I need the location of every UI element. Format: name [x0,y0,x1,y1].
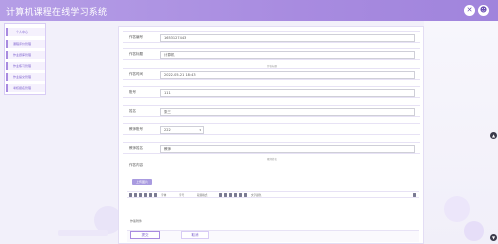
scroll-up-button[interactable]: ▲ [490,132,497,139]
fullscreen-icon[interactable] [413,193,416,197]
close-icon[interactable]: ✕ [464,5,475,16]
field-label: 作答编号 [129,35,143,39]
answer-id-field[interactable]: 1653127443 [160,34,415,42]
rich-text-editor[interactable] [127,199,419,217]
editor-toolbar: 字体 字号 段落格式 文字颜色 [127,191,419,198]
upload-image-button[interactable]: 上传图片 [132,179,152,185]
font-size-select[interactable]: 字号 [179,193,184,197]
select-value: 222 [164,128,171,132]
align-center-icon[interactable] [224,193,227,197]
form-row-answer-time: 作答时间 2022-05-21 18:43 [123,68,420,80]
teacher-account-select[interactable]: 222 ▾ [160,126,204,134]
image-icon[interactable] [239,193,242,197]
field-label: 教师姓名 [129,146,143,150]
form-row-account: 账号 111 [123,86,420,98]
field-label: 作答时间 [129,72,143,76]
editor-footer-label: 作答附件 [130,219,143,223]
strike-icon[interactable] [154,193,157,197]
chevron-down-icon: ▾ [199,128,201,132]
decor-circle [464,221,484,241]
form-row-name: 姓名 张三 [123,105,420,117]
align-right-icon[interactable] [229,193,232,197]
decor-circle [444,196,470,222]
teacher-name-field[interactable]: 教师 [160,145,415,153]
account-field[interactable]: 111 [160,89,415,97]
form-row-teacher-account: 教师账号 222 ▾ [123,123,420,135]
user-icon[interactable]: ☻ [478,5,489,16]
editor-label: 作答内容 [129,163,143,167]
sidebar-item-practice[interactable]: 作业练习管理 [6,62,45,70]
underline-icon[interactable] [149,193,152,197]
submit-button[interactable]: 提交 [130,231,160,239]
sidebar-item-submission[interactable]: 作业提交管理 [6,73,45,81]
bold-icon[interactable] [139,193,142,197]
form-row-teacher-name: 教师姓名 教师 [123,142,420,154]
right-decoration [424,21,498,244]
list-icon[interactable] [234,193,237,197]
field-label: 作答标题 [129,52,143,56]
cancel-button[interactable]: 取消 [181,231,209,239]
sidebar-item-profile[interactable]: 个人中心 [6,28,45,36]
link-icon[interactable] [244,193,247,197]
form-actions-bar [127,230,419,242]
italic-icon[interactable] [144,193,147,197]
field-label: 账号 [129,90,136,94]
answer-title-field[interactable]: 计算机 [160,51,415,59]
field-label: 姓名 [129,109,136,113]
form-row-answer-title: 作答标题 计算机 [123,48,420,60]
name-field[interactable]: 张三 [160,108,415,116]
app-title: 计算机课程在线学习系统 [6,8,108,18]
text-color-select[interactable]: 文字颜色 [251,193,261,197]
answer-time-field[interactable]: 2022-05-21 18:43 [160,71,415,79]
font-family-select[interactable]: 字体 [161,193,166,197]
sidebar-item-exam-registration[interactable]: 考核报名管理 [6,84,45,92]
sidebar-item-question-bank[interactable]: 作业题库管理 [6,51,45,59]
form-row-answer-id: 作答编号 1653127443 [123,31,420,43]
align-left-icon[interactable] [219,193,222,197]
field-hint: 教师姓名 [267,158,278,161]
sidebar: 个人中心 课程评价管理 作业题库管理 作业练习管理 作业提交管理 考核报名管理 [4,23,46,95]
field-label: 教师账号 [129,127,143,131]
paragraph-format-select[interactable]: 段落格式 [197,193,207,197]
form-panel: 作答编号 1653127443 作答标题 计算机 作答标题 作答时间 2022-… [118,26,424,244]
sidebar-item-course-review[interactable]: 课程评价管理 [6,40,45,48]
undo-icon[interactable] [129,193,132,197]
scroll-down-button[interactable]: ▼ [490,234,497,241]
redo-icon[interactable] [134,193,137,197]
background-illustration [58,206,118,236]
header-bar: 计算机课程在线学习系统 ✕ ☻ [0,0,498,21]
